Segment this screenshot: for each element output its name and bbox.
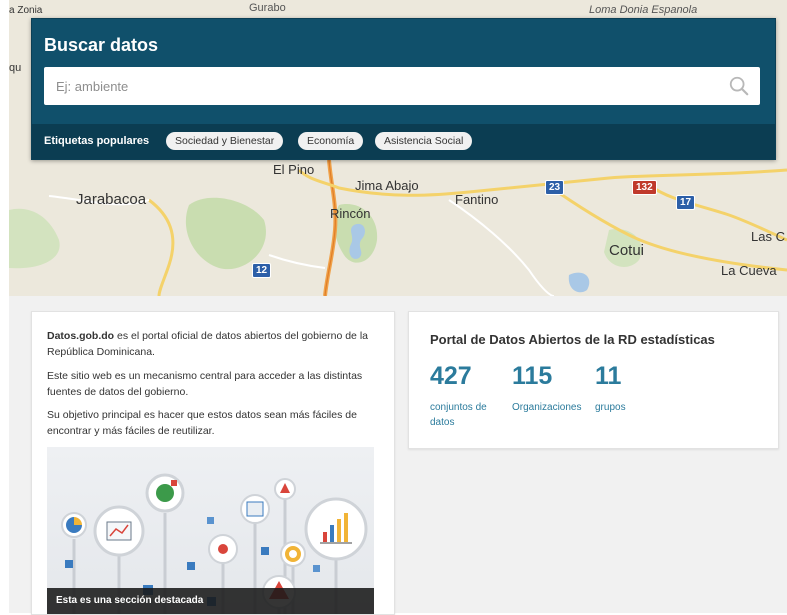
map-label-loma: Loma Donia Espanola — [589, 4, 698, 16]
search-input-wrapper — [44, 67, 760, 105]
popular-tags-bar: Etiquetas populares Sociedad y Bienestar… — [32, 124, 775, 159]
map-label-la-cueva: La Cueva — [721, 263, 777, 278]
map-label-jima: Jima Abajo — [355, 178, 419, 193]
highway-shield-12: 12 — [252, 263, 272, 278]
about-paragraph-3: Su objetivo principal es hacer que estos… — [47, 409, 357, 437]
stat-organizations-label[interactable]: Organizaciones — [512, 400, 581, 415]
about-intro: Datos.gob.do es el portal oficial de dat… — [47, 328, 373, 360]
tag-asistencia-social[interactable]: Asistencia Social — [375, 132, 473, 150]
map-label-rincon: Rincón — [330, 206, 371, 221]
map-label-el-pino: El Pino — [273, 162, 315, 177]
map-label-fantino: Fantino — [455, 192, 499, 207]
search-input[interactable] — [44, 67, 714, 105]
about-brand: Datos.gob.do — [47, 330, 115, 342]
stat-groups-label[interactable]: grupos — [595, 400, 626, 415]
stat-datasets-label[interactable]: conjuntos de datos — [430, 400, 502, 430]
popular-tags-label: Etiquetas populares — [44, 135, 150, 147]
stats-title: Portal de Datos Abiertos de la RD estadí… — [430, 332, 715, 347]
featured-section[interactable]: Esta es una sección destacada — [47, 447, 374, 614]
tag-sociedad-bienestar[interactable]: Sociedad y Bienestar — [166, 132, 284, 150]
about-card: Datos.gob.do es el portal oficial de dat… — [31, 311, 395, 615]
tag-economia[interactable]: Economía — [298, 132, 364, 150]
search-title: Buscar datos — [44, 35, 159, 55]
featured-caption: Esta es una sección destacada — [47, 588, 374, 614]
stat-organizations-count[interactable]: 115 — [512, 362, 552, 391]
map-label-las-c: Las C — [751, 229, 785, 244]
stat-groups-count[interactable]: 11 — [595, 362, 621, 391]
stats-card: Portal de Datos Abiertos de la RD estadí… — [408, 311, 779, 449]
highway-shield-23: 23 — [545, 180, 565, 195]
map-label-jarabacoa: Jarabacoa — [76, 191, 147, 208]
map-label-gurabo: Gurabo — [249, 2, 286, 14]
highway-shield-132: 132 — [632, 180, 657, 195]
stat-datasets-count[interactable]: 427 — [430, 362, 472, 391]
map-label-zona: a Zonia — [9, 5, 43, 16]
map-label-qu: qu — [9, 62, 22, 74]
search-panel: Buscar datos Etiquetas populares Socieda… — [31, 18, 776, 160]
map-label-cotui: Cotui — [609, 242, 645, 259]
highway-shield-17: 17 — [676, 195, 696, 210]
about-paragraph-2: Este sitio web es un mecanismo central p… — [47, 370, 363, 398]
search-icon[interactable] — [728, 75, 750, 97]
